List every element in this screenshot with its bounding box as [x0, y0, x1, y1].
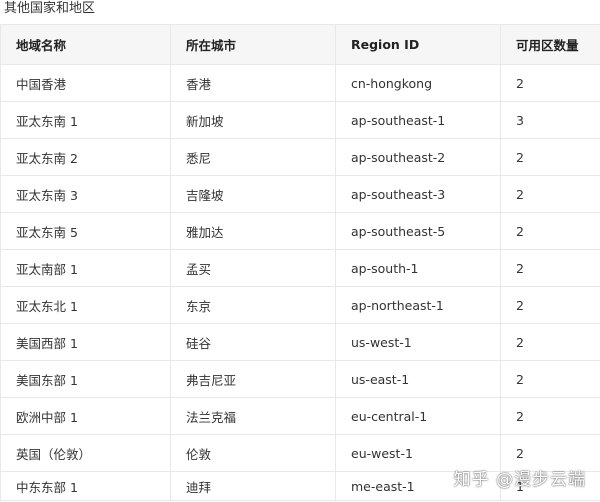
- cell-city: 香港: [170, 64, 336, 102]
- cell-zone-count: 2: [500, 138, 600, 176]
- cell-region-name: 中东东部 1: [0, 471, 171, 501]
- cell-city: 悉尼: [170, 138, 336, 176]
- column-header-region-name: 地域名称: [0, 24, 171, 65]
- cell-zone-count: 1: [500, 471, 600, 501]
- cell-region-id: ap-southeast-5: [335, 212, 501, 250]
- cell-zone-count: 2: [500, 64, 600, 102]
- cell-zone-count: 2: [500, 360, 600, 398]
- cell-region-name: 亚太南部 1: [0, 249, 171, 287]
- table-row: 亚太东南 3 吉隆坡 ap-southeast-3 2: [0, 175, 600, 213]
- section-title: 其他国家和地区: [4, 1, 96, 16]
- cell-city: 伦敦: [170, 434, 336, 472]
- table-row: 亚太南部 1 孟买 ap-south-1 2: [0, 249, 600, 287]
- cell-city: 东京: [170, 286, 336, 324]
- table-header-row: 地域名称 所在城市 Region ID 可用区数量: [0, 24, 600, 65]
- table-row: 欧洲中部 1 法兰克福 eu-central-1 2: [0, 397, 600, 435]
- cell-city: 新加坡: [170, 101, 336, 139]
- cell-region-id: us-west-1: [335, 323, 501, 361]
- cell-city: 法兰克福: [170, 397, 336, 435]
- cell-zone-count: 2: [500, 286, 600, 324]
- cell-region-name: 亚太东南 3: [0, 175, 171, 213]
- cell-city: 吉隆坡: [170, 175, 336, 213]
- cell-region-name: 英国（伦敦）: [0, 434, 171, 472]
- cell-city: 弗吉尼亚: [170, 360, 336, 398]
- cell-city: 硅谷: [170, 323, 336, 361]
- column-header-region-id: Region ID: [335, 24, 501, 65]
- cell-zone-count: 2: [500, 323, 600, 361]
- cell-city: 迪拜: [170, 471, 336, 501]
- table-row: 英国（伦敦） 伦敦 eu-west-1 2: [0, 434, 600, 472]
- cell-region-name: 亚太东北 1: [0, 286, 171, 324]
- page: 其他国家和地区 地域名称 所在城市 Region ID 可用区数量 中国香港 香…: [0, 0, 600, 502]
- table-row: 中东东部 1 迪拜 me-east-1 1: [0, 471, 600, 501]
- cell-region-name: 亚太东南 2: [0, 138, 171, 176]
- table-row: 美国东部 1 弗吉尼亚 us-east-1 2: [0, 360, 600, 398]
- cell-zone-count: 2: [500, 397, 600, 435]
- cell-region-name: 亚太东南 5: [0, 212, 171, 250]
- cell-zone-count: 2: [500, 249, 600, 287]
- cell-region-id: ap-southeast-1: [335, 101, 501, 139]
- column-header-city: 所在城市: [170, 24, 336, 65]
- regions-table: 地域名称 所在城市 Region ID 可用区数量 中国香港 香港 cn-hon…: [0, 24, 600, 501]
- cell-region-name: 中国香港: [0, 64, 171, 102]
- cell-region-name: 美国西部 1: [0, 323, 171, 361]
- cell-region-id: ap-southeast-2: [335, 138, 501, 176]
- cell-region-id: cn-hongkong: [335, 64, 501, 102]
- cell-zone-count: 2: [500, 175, 600, 213]
- cell-region-id: us-east-1: [335, 360, 501, 398]
- cell-region-id: ap-northeast-1: [335, 286, 501, 324]
- cell-city: 孟买: [170, 249, 336, 287]
- table-row: 亚太东南 1 新加坡 ap-southeast-1 3: [0, 101, 600, 139]
- cell-region-id: eu-central-1: [335, 397, 501, 435]
- cell-region-name: 亚太东南 1: [0, 101, 171, 139]
- cell-region-id: ap-southeast-3: [335, 175, 501, 213]
- cell-region-id: eu-west-1: [335, 434, 501, 472]
- cell-zone-count: 2: [500, 212, 600, 250]
- cell-zone-count: 2: [500, 434, 600, 472]
- cell-zone-count: 3: [500, 101, 600, 139]
- cell-region-id: ap-south-1: [335, 249, 501, 287]
- table-row: 亚太东北 1 东京 ap-northeast-1 2: [0, 286, 600, 324]
- column-header-zone-count: 可用区数量: [500, 24, 600, 65]
- cell-region-name: 欧洲中部 1: [0, 397, 171, 435]
- cell-region-name: 美国东部 1: [0, 360, 171, 398]
- table-row: 中国香港 香港 cn-hongkong 2: [0, 64, 600, 102]
- cell-city: 雅加达: [170, 212, 336, 250]
- table-row: 亚太东南 5 雅加达 ap-southeast-5 2: [0, 212, 600, 250]
- table-row: 美国西部 1 硅谷 us-west-1 2: [0, 323, 600, 361]
- cell-region-id: me-east-1: [335, 471, 501, 501]
- table-row: 亚太东南 2 悉尼 ap-southeast-2 2: [0, 138, 600, 176]
